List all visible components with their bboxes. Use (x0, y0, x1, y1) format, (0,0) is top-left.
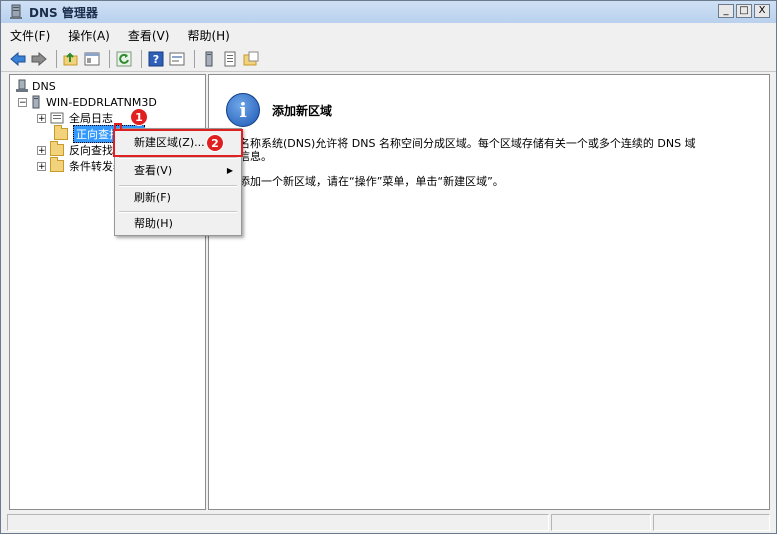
up-folder-icon[interactable] (62, 50, 80, 68)
folder-icon (50, 141, 64, 156)
log-icon (50, 112, 64, 124)
show-hide-tree-icon[interactable] (83, 50, 101, 68)
expand-icon[interactable]: + (37, 161, 46, 171)
menu-separator (119, 211, 237, 213)
close-button[interactable]: X (754, 4, 770, 18)
menu-separator (119, 185, 237, 187)
menu-item-refresh[interactable]: 刷新(F) (117, 188, 239, 208)
back-arrow-icon[interactable] (9, 50, 27, 68)
submenu-arrow-icon: ▶ (226, 166, 233, 175)
refresh-icon[interactable] (115, 50, 133, 68)
list-icon[interactable] (221, 50, 239, 68)
menu-bar: 文件(F) 操作(A) 查看(V) 帮助(H) (1, 24, 776, 46)
status-cell-2 (551, 514, 651, 531)
description-line-1: 名称系统(DNS)允许将 DNS 名称空间分成区域。每个区域存储有关一个或多个连… (239, 137, 696, 150)
tree-item-conditional-forwarders[interactable]: + 条件转发器 (37, 157, 124, 174)
status-cell-main (7, 514, 549, 531)
dns-server-icon[interactable] (200, 50, 218, 68)
status-bar (1, 512, 776, 533)
expand-icon[interactable]: + (37, 113, 46, 123)
instruction-text: 添加一个新区域，请在“操作”菜单，单击“新建区域”。 (239, 175, 504, 188)
content-heading: 添加新区域 (272, 104, 333, 118)
toolbar-separator (56, 50, 57, 68)
toolbar-separator (194, 50, 195, 68)
collapse-icon[interactable]: − (18, 97, 27, 107)
folder-icon (54, 125, 68, 140)
new-zone-icon[interactable] (242, 50, 260, 68)
forward-arrow-icon[interactable] (30, 50, 48, 68)
properties-icon[interactable] (168, 50, 186, 68)
dns-root-icon (16, 79, 28, 93)
folder-icon (50, 157, 64, 172)
server-icon (31, 95, 41, 109)
expand-icon[interactable]: + (37, 145, 46, 155)
tree-label: DNS (32, 79, 56, 93)
menu-item-help[interactable]: 帮助(H) (117, 214, 239, 234)
menu-view[interactable]: 查看(V) (119, 27, 179, 44)
menu-separator (119, 157, 237, 159)
menu-action[interactable]: 操作(A) (59, 27, 119, 44)
status-cell-3 (653, 514, 770, 531)
toolbar-separator (141, 50, 142, 68)
menu-help[interactable]: 帮助(H) (178, 27, 238, 44)
menu-file[interactable]: 文件(F) (1, 27, 59, 44)
tree-label: 全局日志 (69, 112, 113, 125)
menu-item-view[interactable]: 查看(V) ▶ (117, 161, 239, 181)
info-icon: i (226, 93, 260, 127)
help-icon[interactable]: ? (147, 50, 165, 68)
tree-label: WIN-EDDRLATNM3D (46, 95, 157, 109)
annotation-badge-1: 1 (130, 108, 148, 126)
title-bar: DNS 管理器 _ □ X (1, 1, 776, 23)
menu-item-label: 查看(V) (134, 164, 173, 177)
description-line-2: 信息。 (239, 150, 272, 163)
dns-manager-window: DNS 管理器 _ □ X 文件(F) 操作(A) 查看(V) 帮助(H) ? (0, 0, 777, 534)
annotation-badge-2: 2 (206, 134, 224, 152)
tree-item-global-logs[interactable]: + 全局日志 (37, 110, 113, 126)
annotation-box-forward-zone (114, 123, 122, 131)
minimize-button[interactable]: _ (718, 4, 734, 18)
toolbar: ? (1, 47, 776, 72)
maximize-button[interactable]: □ (736, 4, 752, 18)
window-title: DNS 管理器 (29, 5, 98, 20)
dns-manager-app-icon (9, 4, 23, 20)
svg-text:?: ? (153, 53, 159, 66)
details-pane: i 添加新区域 名称系统(DNS)允许将 DNS 名称空间分成区域。每个区域存储… (208, 74, 770, 510)
tree-item-dns-root[interactable]: DNS (16, 78, 56, 94)
toolbar-separator (109, 50, 110, 68)
